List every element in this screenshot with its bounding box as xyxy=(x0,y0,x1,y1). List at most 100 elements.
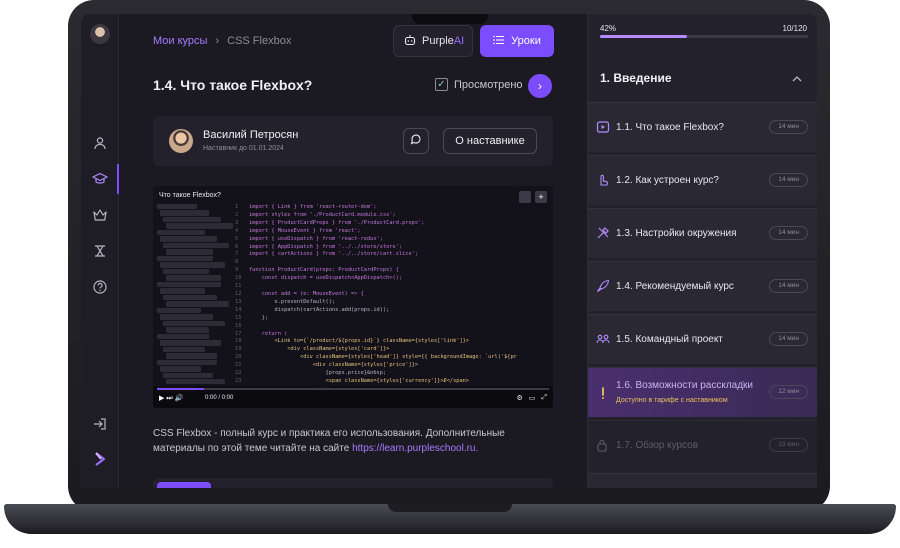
code-line: 14 dispatch(cartActions.add(props.id)); xyxy=(235,306,390,313)
profile-icon[interactable] xyxy=(92,135,108,151)
code-line: 1 import { Link } from 'react-router-dom'… xyxy=(235,204,377,210)
file-tree-row xyxy=(160,288,205,294)
add-icon[interactable]: + xyxy=(535,191,547,203)
progress-count: 10/120 xyxy=(782,24,807,33)
lesson-item-label: 1.1. Что такое Flexbox? xyxy=(616,122,724,133)
robot-icon xyxy=(404,34,416,49)
chevron-up-icon[interactable] xyxy=(791,72,803,84)
lock-icon xyxy=(596,438,610,452)
help-icon[interactable] xyxy=(92,279,108,295)
code-line: 9 function ProductCard(props: ProductCard… xyxy=(235,267,399,274)
lesson-item-duration: 14 мин xyxy=(769,120,808,134)
code-line: 12 const add = (e: MouseEvent) => { xyxy=(235,290,364,297)
breadcrumb-my-courses[interactable]: Мои курсы xyxy=(153,35,207,47)
next-section-header[interactable] xyxy=(588,473,817,488)
lesson-item-label: 1.5. Командный проект xyxy=(616,334,723,345)
lesson-item[interactable]: 1.3. Настройки окружения 14 мин xyxy=(588,208,817,258)
lesson-item-label: 1.2. Как устроен курс? xyxy=(616,175,719,186)
file-tree-row xyxy=(160,262,225,268)
file-tree-row xyxy=(163,268,209,275)
share-icon[interactable] xyxy=(519,191,531,203)
lesson-list: 1.1. Что такое Flexbox? 14 мин 1.2. Как … xyxy=(588,102,817,488)
video-progress-bar[interactable] xyxy=(157,388,549,390)
lesson-item-duration: 14 мин xyxy=(769,173,808,187)
lessons-button[interactable]: Уроки xyxy=(480,25,554,57)
purple-ai-label: Purple xyxy=(422,35,454,47)
code-line: 19 <div className={styles['card']}> xyxy=(235,346,390,353)
file-tree-row xyxy=(163,294,217,301)
file-tree-row xyxy=(163,346,205,353)
lessons-label: Уроки xyxy=(511,35,541,47)
purpleschool-logo-icon[interactable] xyxy=(92,451,108,467)
purple-ai-label-suffix: AI xyxy=(453,35,465,47)
next-card-tab[interactable] xyxy=(157,482,211,488)
code-line: 23 <span className={styles['currency']}>… xyxy=(235,377,470,384)
file-tree-row xyxy=(166,353,217,359)
video-player[interactable]: Что такое Flexbox? + 1 import { Link } fr… xyxy=(153,186,553,408)
mentor-name: Василий Петросян xyxy=(203,129,299,141)
file-tree-row xyxy=(163,320,225,327)
code-line: 6 import { AppDispatch } from '../../stor… xyxy=(235,243,403,250)
user-avatar[interactable] xyxy=(90,24,110,44)
code-line: 8 xyxy=(235,259,239,266)
file-tree-row xyxy=(163,216,221,223)
description-link[interactable]: https://learn.purpleschool.ru. xyxy=(352,443,478,454)
file-tree-row xyxy=(166,379,225,385)
left-rail xyxy=(81,14,119,488)
main-content: Мои курсы › CSS Flexbox PurpleAI Уроки 1… xyxy=(119,14,587,488)
viewed-toggle[interactable]: ✓ Просмотрено xyxy=(435,78,523,91)
about-mentor-button[interactable]: О наставнике xyxy=(443,128,537,154)
video-icon xyxy=(596,120,610,134)
code-line: 17 return ( xyxy=(235,330,288,337)
viewed-label: Просмотрено xyxy=(454,78,523,91)
next-card xyxy=(153,478,553,488)
list-icon xyxy=(493,35,505,48)
lesson-item-duration: 13 мин xyxy=(769,438,808,452)
play-icon[interactable]: ▶ ⏭ 🔊 xyxy=(159,394,183,403)
team-icon xyxy=(596,332,610,346)
lesson-item[interactable]: 1.1. Что такое Flexbox? 14 мин xyxy=(588,102,817,152)
lesson-item-label: 1.7. Обзор курсов xyxy=(616,440,699,451)
breadcrumb-separator: › xyxy=(215,35,220,47)
lesson-item-locked[interactable]: 1.7. Обзор курсов 13 мин xyxy=(588,420,817,470)
lesson-description: CSS Flexbox - полный курс и практика его… xyxy=(153,426,553,456)
crown-icon[interactable] xyxy=(92,207,108,223)
chat-button[interactable] xyxy=(403,128,429,154)
code-line: 18 <Link to={`/product/${props.id}`} cla… xyxy=(235,338,470,345)
tasks-icon[interactable] xyxy=(92,243,108,259)
mentor-subtitle: Наставник до 01.01.2024 xyxy=(203,145,284,152)
file-tree-row xyxy=(157,307,201,314)
lesson-item-label: 1.4. Рекомендуемый курс xyxy=(616,281,734,292)
next-lesson-button[interactable]: › xyxy=(528,74,552,98)
code-line: 13 e.preventDefault(); xyxy=(235,298,336,305)
lesson-item-premium[interactable]: 1.6. Возможности рассклад̇ки Доступно в … xyxy=(588,367,817,417)
lesson-item[interactable]: 1.4. Рекомендуемый курс 14 мин xyxy=(588,261,817,311)
lesson-item[interactable]: 1.5. Командный проект 14 мин xyxy=(588,314,817,364)
viewed-checkbox[interactable]: ✓ xyxy=(435,78,448,91)
fullscreen-icon[interactable]: ⤢ xyxy=(541,394,547,402)
mentor-card: Василий Петросян Наставник до 01.01.2024… xyxy=(153,116,553,166)
purple-ai-button[interactable]: PurpleAI xyxy=(393,25,473,57)
lesson-title: 1.4. Что такое Flexbox? xyxy=(153,77,313,93)
tools-icon xyxy=(596,226,610,240)
courses-icon[interactable] xyxy=(92,171,108,187)
file-tree-row xyxy=(160,340,221,346)
pip-icon[interactable]: ▭ xyxy=(529,394,536,402)
file-tree-row xyxy=(157,229,205,236)
laptop-base-notch xyxy=(388,504,512,512)
logout-icon[interactable] xyxy=(92,416,108,432)
lesson-item-duration: 14 мин xyxy=(769,332,808,346)
section-title[interactable]: 1. Введение xyxy=(600,71,672,85)
code-line: 5 import { useDispatch } from 'react-redu… xyxy=(235,235,383,242)
settings-icon[interactable]: ⚙ xyxy=(516,394,522,402)
file-tree-row xyxy=(166,327,209,333)
breadcrumb-current: CSS Flexbox xyxy=(227,35,292,47)
rocket-icon xyxy=(596,279,610,293)
lesson-item[interactable]: 1.2. Как устроен курс? 14 мин xyxy=(588,155,817,205)
file-tree-row xyxy=(166,301,229,307)
file-tree-row xyxy=(163,372,213,378)
video-title: Что такое Flexbox? xyxy=(159,192,221,199)
video-code: 1 import { Link } from 'react-router-dom'… xyxy=(235,204,535,394)
code-line: 16 xyxy=(235,322,242,329)
lesson-item-note: Доступно в тарифе с наставником xyxy=(616,397,728,404)
